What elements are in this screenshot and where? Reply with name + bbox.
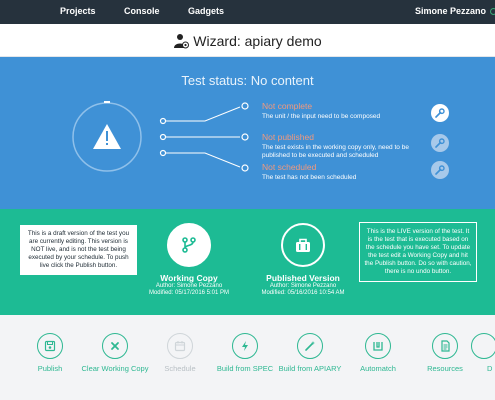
wizard-title-text: Wizard: apiary demo — [193, 33, 322, 49]
wrench-icon — [435, 165, 445, 175]
user-status-icon — [490, 8, 495, 15]
resources-button[interactable]: Resources — [410, 333, 480, 373]
automatch-button[interactable]: Automatch — [343, 333, 413, 373]
wrench-icon — [435, 108, 445, 118]
working-copy-author: Author: Simone Pezzano — [155, 283, 223, 289]
published-version-button[interactable] — [281, 223, 325, 267]
working-copy-modified: Modified: 05/17/2016 5:01 PM — [148, 290, 230, 296]
flow-line-1 — [166, 106, 241, 122]
status-item-not-scheduled: Not scheduled The test has not been sche… — [262, 162, 422, 182]
fix-complete-button[interactable] — [431, 104, 449, 122]
page-title: Wizard: apiary demo — [0, 33, 495, 49]
nav-console[interactable]: Console — [124, 6, 160, 16]
status-label: Not complete — [262, 101, 313, 111]
flow-node-left-2 — [159, 133, 167, 141]
schedule-icon-circle — [167, 333, 193, 359]
test-status-panel: Test status: No content Not complete The… — [0, 57, 495, 209]
action-label: Automatch — [360, 364, 396, 373]
user-menu[interactable]: Simone PezzanoP — [415, 6, 495, 16]
action-label: D — [487, 364, 493, 373]
resources-icon-circle — [432, 333, 458, 359]
fix-schedule-button[interactable] — [431, 161, 449, 179]
calendar-icon — [174, 341, 186, 352]
partial-action-button[interactable]: D — [471, 333, 495, 373]
schedule-button[interactable]: Schedule — [145, 333, 215, 373]
action-label: Resources — [427, 364, 463, 373]
published-version-title: Published Version — [266, 273, 340, 283]
clear-icon-circle — [102, 333, 128, 359]
published-version-author: Author: Simone Pezzano — [269, 283, 337, 289]
clear-working-copy-button[interactable]: Clear Working Copy — [80, 333, 150, 373]
action-label: Build from SPEC — [216, 364, 274, 373]
action-label: Build from APIARY — [278, 364, 342, 373]
published-version-modified: Modified: 05/16/2016 10:54 AM — [261, 290, 345, 296]
flow-node-left-1 — [159, 117, 167, 125]
top-navigation-bar: Projects Console Gadgets Simone PezzanoP — [0, 0, 495, 24]
status-label: Not published — [262, 132, 314, 142]
wand-icon — [305, 341, 315, 351]
automatch-icon — [373, 342, 383, 351]
working-copy-info: Working Copy Author: Simone Pezzano Modi… — [129, 273, 249, 297]
wrench-icon — [435, 138, 445, 148]
spec-icon-circle — [232, 333, 258, 359]
wizard-header: Wizard: apiary demo — [0, 24, 495, 57]
status-item-not-published: Not published The test exists in the wor… — [262, 132, 422, 160]
flow-line-3 — [166, 152, 241, 168]
build-from-apiary-button[interactable]: Build from APIARY — [275, 333, 345, 373]
versions-panel: This is a draft version of the test you … — [0, 209, 495, 315]
wizard-user-icon — [174, 34, 190, 49]
published-version-info: Published Version Author: Simone Pezzano… — [243, 273, 363, 297]
flow-node-right-2 — [241, 133, 249, 141]
nav-projects[interactable]: Projects — [60, 6, 96, 16]
status-description: The test has not been scheduled — [262, 174, 357, 181]
save-icon — [44, 340, 56, 352]
close-icon — [111, 342, 119, 350]
action-toolbar: Publish Clear Working Copy Schedule Buil… — [0, 315, 495, 400]
automatch-icon-circle — [365, 333, 391, 359]
status-label: Not scheduled — [262, 162, 317, 172]
working-copy-button[interactable] — [167, 223, 211, 267]
flow-node-left-3 — [159, 149, 167, 157]
action-label: Publish — [37, 364, 63, 373]
ring-marker — [104, 101, 110, 103]
partial-icon-circle — [471, 333, 495, 359]
user-name: Simone Pezzano — [415, 6, 487, 16]
status-description: The test exists in the working copy only… — [262, 144, 409, 159]
draft-version-note: This is a draft version of the test you … — [20, 225, 137, 275]
build-from-spec-button[interactable]: Build from SPEC — [210, 333, 280, 373]
apiary-icon-circle — [297, 333, 323, 359]
document-icon — [441, 340, 450, 352]
status-item-not-complete: Not complete The unit / the input need t… — [262, 101, 422, 121]
fix-publish-button[interactable] — [431, 134, 449, 152]
briefcase-icon — [296, 238, 310, 252]
flow-node-right-1 — [241, 102, 249, 110]
working-copy-title: Working Copy — [160, 273, 218, 283]
branch-icon — [182, 237, 196, 253]
publish-icon-circle — [37, 333, 63, 359]
live-version-note: This is the LIVE version of the test. It… — [359, 222, 477, 282]
action-label: Clear Working Copy — [81, 364, 149, 373]
status-description: The unit / the input need to be composed — [262, 113, 381, 120]
lightning-icon — [242, 341, 248, 351]
publish-button[interactable]: Publish — [15, 333, 85, 373]
flow-node-right-3 — [241, 164, 249, 172]
action-label: Schedule — [164, 364, 196, 373]
nav-gadgets[interactable]: Gadgets — [188, 6, 224, 16]
